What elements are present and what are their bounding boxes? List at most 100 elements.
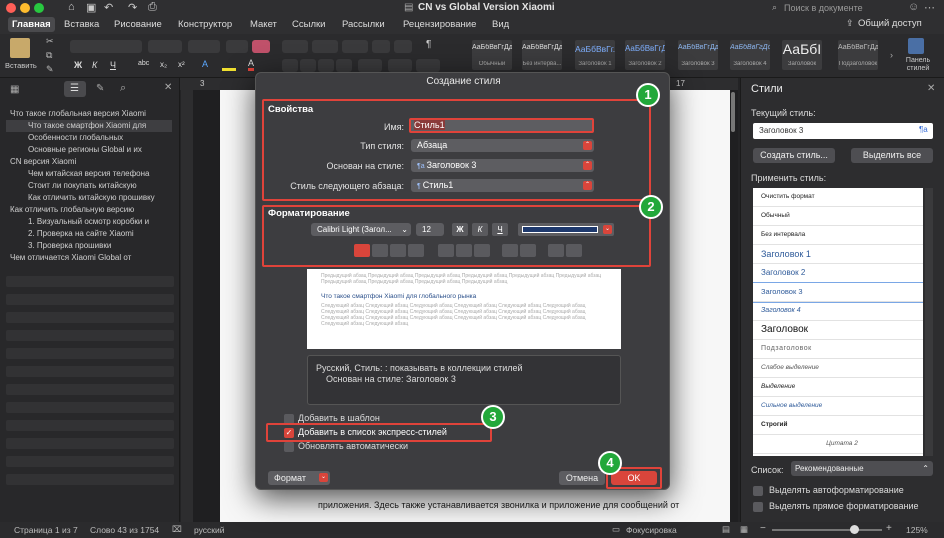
- format-painter-icon[interactable]: ✎: [46, 64, 54, 75]
- list-select[interactable]: Рекомендованные ⌃: [791, 461, 933, 476]
- styles-pane-icon[interactable]: [908, 38, 924, 54]
- underline-icon[interactable]: Ч: [110, 60, 116, 70]
- zoom-slider-thumb[interactable]: [850, 525, 859, 534]
- align-left-button[interactable]: [282, 59, 298, 72]
- current-style-field[interactable]: Заголовок 3 ¶a: [753, 123, 933, 139]
- nav-heading-item[interactable]: Что такое смартфон Xiaomi для: [6, 120, 172, 132]
- tab-layout[interactable]: Макет: [250, 17, 277, 32]
- share-icon[interactable]: ⇪: [846, 18, 854, 29]
- add-to-quick-styles-checkbox[interactable]: ✓: [284, 428, 294, 438]
- search-nav-icon[interactable]: ⌕: [120, 82, 126, 95]
- cut-icon[interactable]: ✂: [46, 36, 54, 47]
- home-icon[interactable]: ⌂: [68, 1, 75, 13]
- superscript-icon[interactable]: x²: [178, 60, 185, 69]
- strikethrough-icon[interactable]: abc: [138, 60, 149, 67]
- more-icon[interactable]: ⋯: [924, 1, 935, 14]
- proofing-icon[interactable]: ⌧: [172, 524, 182, 535]
- shading-button[interactable]: [388, 59, 412, 72]
- double-spacing-button[interactable]: [474, 244, 490, 257]
- format-menu-button[interactable]: Формат ⌄: [268, 471, 330, 485]
- nav-heading-item[interactable]: Чем отличается Xiaomi Global от: [0, 252, 178, 264]
- align-right-button[interactable]: [390, 244, 406, 257]
- nav-heading-item[interactable]: Что такое глобальная версия Xiaomi: [0, 108, 178, 120]
- undo-icon[interactable]: ↶: [104, 1, 113, 14]
- subscript-icon[interactable]: x₂: [160, 60, 167, 69]
- clear-format-icon[interactable]: [252, 40, 270, 53]
- underline-button[interactable]: Ч: [492, 223, 508, 236]
- auto-update-checkbox[interactable]: [284, 442, 294, 452]
- ok-button[interactable]: OK: [611, 471, 657, 485]
- zoom-slider[interactable]: [772, 529, 882, 531]
- close-styles-icon[interactable]: ✕: [927, 83, 935, 94]
- save-icon[interactable]: ▣: [86, 1, 96, 14]
- show-direct-checkbox[interactable]: [753, 502, 763, 512]
- nav-heading-item[interactable]: 2. Проверка на сайте Xiaomi: [0, 228, 178, 240]
- paste-icon[interactable]: [10, 38, 30, 58]
- paragraph-mark-icon[interactable]: ¶: [426, 39, 431, 50]
- copy-icon[interactable]: ⧉: [46, 50, 52, 61]
- select-all-button[interactable]: Выделить все: [851, 148, 933, 163]
- size-select[interactable]: 12: [416, 223, 444, 236]
- tab-view[interactable]: Вид: [492, 17, 509, 32]
- word-count[interactable]: Слово 43 из 1754: [90, 525, 159, 535]
- font-name-select[interactable]: [70, 40, 142, 53]
- style-info-icon[interactable]: ¶a: [919, 125, 928, 134]
- style-list-item[interactable]: Строгий: [753, 416, 923, 435]
- tab-draw[interactable]: Рисование: [114, 17, 162, 32]
- style-list-item[interactable]: Без интервала: [753, 226, 923, 245]
- space-after-button[interactable]: [520, 244, 536, 257]
- style-list-item[interactable]: Заголовок 1: [753, 245, 923, 264]
- align-center-button[interactable]: [372, 244, 388, 257]
- one-half-spacing-button[interactable]: [456, 244, 472, 257]
- text-effects-icon[interactable]: A: [202, 59, 208, 69]
- minimize-window-button[interactable]: [20, 3, 30, 13]
- tab-references[interactable]: Ссылки: [292, 17, 325, 32]
- font-select[interactable]: Calibri Light (Загол... ⌄: [311, 223, 411, 236]
- share-button[interactable]: Общий доступ: [858, 18, 922, 29]
- italic-button[interactable]: К: [472, 223, 488, 236]
- search-input[interactable]: Поиск в документе: [784, 3, 863, 13]
- zoom-in-icon[interactable]: +: [886, 523, 892, 534]
- language[interactable]: русский: [194, 525, 225, 535]
- style-list-item[interactable]: Очистить формат: [753, 188, 923, 207]
- tab-design[interactable]: Конструктор: [178, 17, 232, 32]
- font-color-icon[interactable]: A: [248, 58, 255, 71]
- page-count[interactable]: Страница 1 из 7: [14, 525, 78, 535]
- grow-font-button[interactable]: [188, 40, 220, 53]
- nav-heading-item[interactable]: 1. Визуальный осмотр коробки и: [0, 216, 178, 228]
- web-layout-icon[interactable]: ▦: [740, 524, 748, 535]
- show-formatting-checkbox[interactable]: [753, 486, 763, 496]
- style-list-item[interactable]: Заголовок 4: [753, 302, 923, 321]
- decrease-indent-button[interactable]: [372, 40, 390, 53]
- focus-icon[interactable]: ▭: [612, 524, 620, 535]
- nav-heading-item[interactable]: Основные регионы Global и их: [0, 144, 178, 156]
- thumbnails-icon[interactable]: ▦: [10, 84, 19, 95]
- create-style-button[interactable]: Создать стиль...: [753, 148, 835, 163]
- style-list-item[interactable]: Выделение: [753, 378, 923, 397]
- print-icon[interactable]: ⎙: [148, 1, 157, 14]
- nav-heading-item[interactable]: Чем китайская версия телефона: [0, 168, 178, 180]
- nav-heading-item[interactable]: Особенности глобальных: [0, 132, 178, 144]
- styles-list-scrollbar[interactable]: [925, 188, 933, 456]
- next-style-select[interactable]: ¶ Стиль1 ⌃: [411, 179, 594, 192]
- italic-icon[interactable]: К: [92, 60, 97, 70]
- change-case-button[interactable]: [226, 40, 248, 53]
- style-list-item[interactable]: Заголовок 2: [753, 264, 923, 283]
- redo-icon[interactable]: ↷: [128, 1, 137, 14]
- highlight-icon[interactable]: [222, 59, 236, 71]
- justify-button[interactable]: [336, 59, 352, 72]
- align-center-button[interactable]: [300, 59, 316, 72]
- increase-indent-button[interactable]: [394, 40, 412, 53]
- justify-button[interactable]: [408, 244, 424, 257]
- nav-heading-item[interactable]: Стоит ли покупать китайскую: [0, 180, 178, 192]
- nav-heading-item[interactable]: 3. Проверка прошивки: [0, 240, 178, 252]
- document-scrollbar[interactable]: [731, 92, 735, 132]
- tab-home[interactable]: Главная: [8, 17, 55, 32]
- pages-icon[interactable]: ✎: [96, 83, 104, 94]
- multilevel-list-button[interactable]: [342, 40, 368, 53]
- increase-indent-button[interactable]: [566, 244, 582, 257]
- font-color-picker[interactable]: ⌄: [518, 223, 614, 236]
- focus-mode[interactable]: Фокусировка: [626, 525, 677, 535]
- decrease-indent-button[interactable]: [548, 244, 564, 257]
- cancel-button[interactable]: Отмена: [559, 471, 605, 485]
